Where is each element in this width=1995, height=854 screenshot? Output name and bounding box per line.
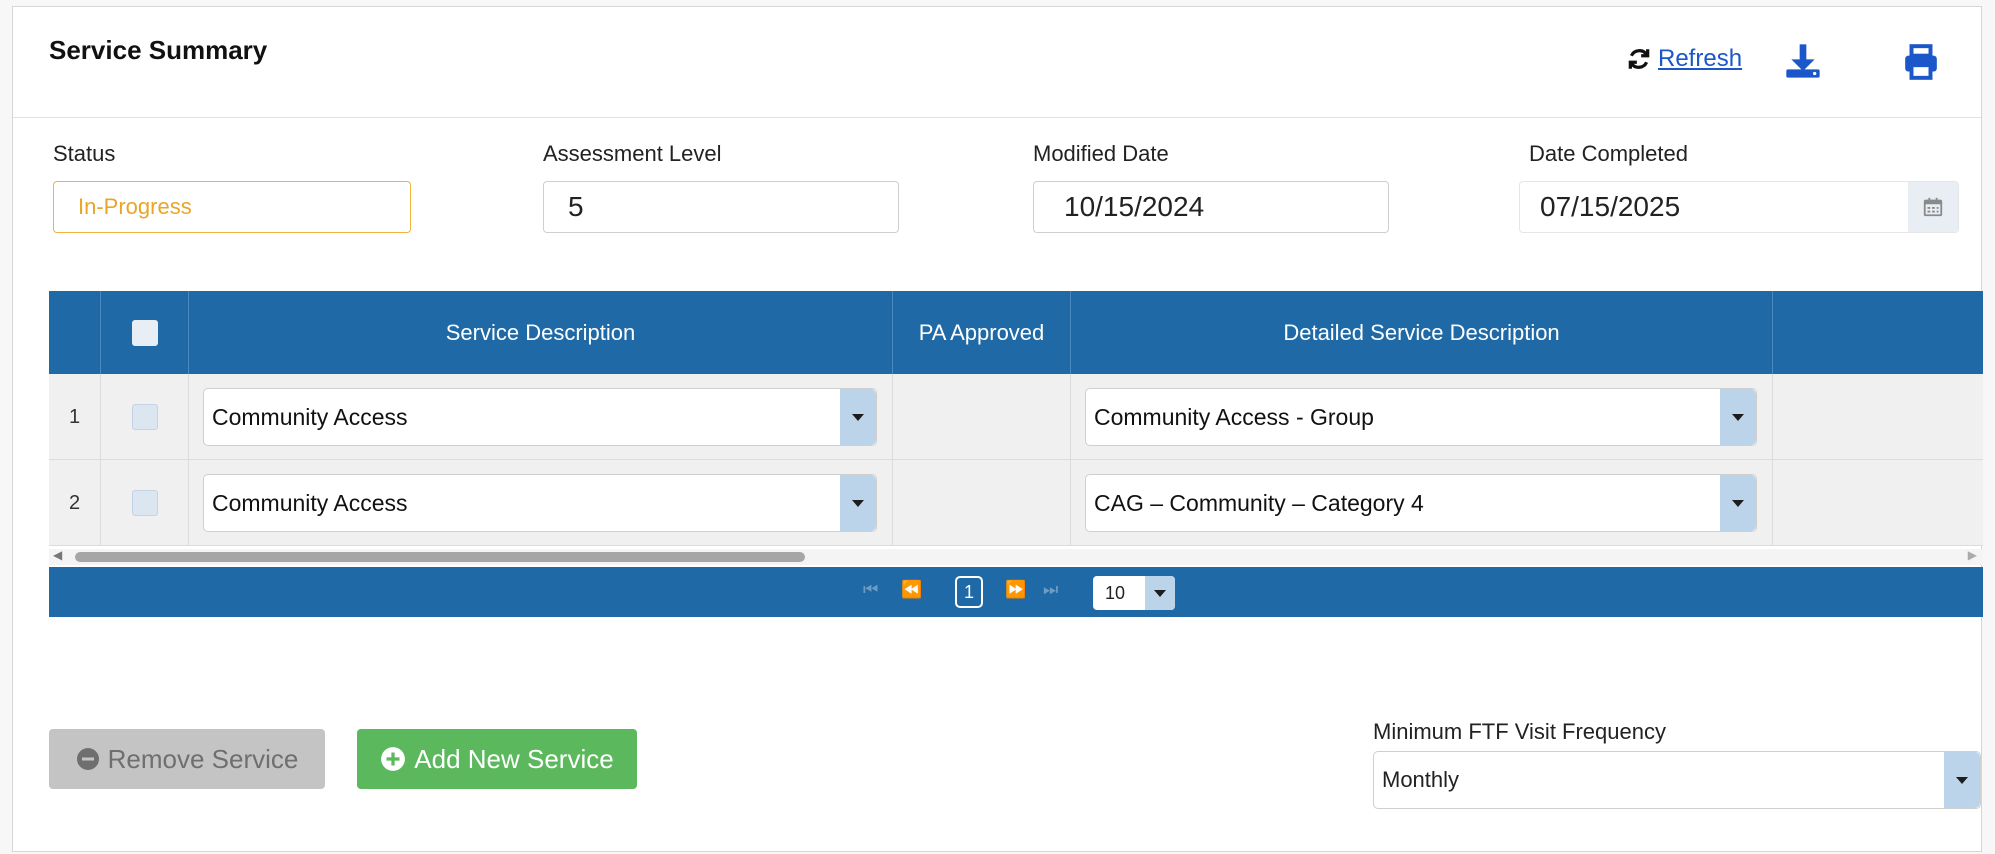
ftf-frequency-select[interactable]: Monthly bbox=[1373, 751, 1981, 809]
header-rownum bbox=[49, 291, 101, 374]
calendar-button[interactable] bbox=[1908, 182, 1958, 232]
dropdown-arrow-icon[interactable] bbox=[1944, 752, 1980, 808]
detailed-service-value: CAG – Community – Category 4 bbox=[1094, 489, 1424, 516]
header-detailed-service-description[interactable]: Detailed Service Description bbox=[1071, 291, 1773, 374]
row-checkbox[interactable] bbox=[131, 490, 158, 516]
assessment-level-field[interactable]: 5 bbox=[543, 181, 899, 233]
next-page-icon[interactable]: ⏩ bbox=[1005, 580, 1026, 600]
pager: ⏮ ⏪ 1 ⏩ ⏭ 10 bbox=[49, 567, 1983, 617]
add-new-service-label: Add New Service bbox=[414, 743, 614, 774]
refresh-link[interactable]: Refresh bbox=[1658, 45, 1742, 73]
dropdown-arrow-icon[interactable] bbox=[1720, 389, 1756, 445]
scrollbar-thumb[interactable] bbox=[75, 552, 805, 562]
page-size-value: 10 bbox=[1105, 582, 1126, 603]
detailed-service-select[interactable]: CAG – Community – Category 4 bbox=[1085, 474, 1757, 532]
calendar-icon bbox=[1923, 197, 1943, 217]
refresh-icon[interactable] bbox=[1626, 46, 1652, 72]
pa-approved-cell bbox=[893, 460, 1071, 546]
service-description-select[interactable]: Community Access bbox=[203, 474, 877, 532]
assessment-level-label: Assessment Level bbox=[543, 141, 722, 166]
row-select-cell[interactable] bbox=[101, 374, 189, 460]
scroll-right-icon[interactable]: ▶ bbox=[1968, 548, 1977, 562]
status-label: Status bbox=[53, 141, 116, 166]
remove-service-label: Remove Service bbox=[107, 743, 299, 774]
row-checkbox[interactable] bbox=[131, 404, 158, 430]
current-page[interactable]: 1 bbox=[955, 576, 983, 608]
select-all-checkbox[interactable] bbox=[131, 319, 158, 346]
modified-date-label: Modified Date bbox=[1033, 141, 1169, 166]
date-completed-label: Date Completed bbox=[1529, 141, 1688, 166]
first-page-icon[interactable]: ⏮ bbox=[863, 580, 878, 600]
detailed-service-cell: Community Access - Group bbox=[1071, 374, 1773, 460]
table-row: 1 Community Access Community Access - Gr… bbox=[49, 374, 1983, 460]
ftf-frequency-value: Monthly bbox=[1382, 767, 1460, 792]
add-new-service-button[interactable]: Add New Service bbox=[357, 729, 637, 789]
page-size-select[interactable]: 10 bbox=[1093, 576, 1175, 610]
refresh-control[interactable]: Refresh bbox=[1626, 45, 1742, 73]
date-completed-value: 07/15/2025 bbox=[1540, 191, 1681, 222]
horizontal-scrollbar[interactable]: ◀ ▶ bbox=[49, 548, 1983, 565]
grid-header: Service Description PA Approved Detailed… bbox=[49, 291, 1983, 374]
dropdown-arrow-icon[interactable] bbox=[840, 475, 876, 531]
detailed-service-value: Community Access - Group bbox=[1094, 403, 1374, 430]
last-page-icon[interactable]: ⏭ bbox=[1043, 580, 1058, 600]
service-description-select[interactable]: Community Access bbox=[203, 388, 877, 446]
dropdown-arrow-icon[interactable] bbox=[1720, 475, 1756, 531]
header-select-all[interactable] bbox=[101, 291, 189, 374]
panel-header: Service Summary Refresh bbox=[13, 7, 1981, 118]
plus-circle-icon bbox=[381, 747, 406, 771]
print-icon[interactable] bbox=[1901, 43, 1941, 81]
scroll-left-icon[interactable]: ◀ bbox=[53, 548, 62, 562]
remove-service-button[interactable]: Remove Service bbox=[49, 729, 325, 789]
date-completed-field[interactable]: 07/15/2025 bbox=[1519, 181, 1959, 233]
service-description-value: Community Access bbox=[212, 403, 408, 430]
service-description-value: Community Access bbox=[212, 489, 408, 516]
service-description-cell: Community Access bbox=[189, 374, 893, 460]
previous-page-icon[interactable]: ⏪ bbox=[901, 580, 922, 600]
dropdown-arrow-icon[interactable] bbox=[1145, 576, 1175, 610]
download-icon[interactable] bbox=[1783, 41, 1823, 81]
service-description-cell: Community Access bbox=[189, 460, 893, 546]
service-summary-panel: Service Summary Refresh Status In-Progre… bbox=[12, 6, 1983, 852]
table-row: 2 Community Access CAG – Community – Cat… bbox=[49, 460, 1983, 546]
row-select-cell[interactable] bbox=[101, 460, 189, 546]
header-service-description[interactable]: Service Description bbox=[189, 291, 893, 374]
ftf-frequency-label: Minimum FTF Visit Frequency bbox=[1373, 719, 1666, 744]
dropdown-arrow-icon[interactable] bbox=[840, 389, 876, 445]
pa-approved-cell bbox=[893, 374, 1071, 460]
minus-circle-icon bbox=[76, 748, 99, 770]
modified-date-field[interactable]: 10/15/2024 bbox=[1033, 181, 1389, 233]
row-number: 1 bbox=[49, 374, 101, 460]
detailed-service-cell: CAG – Community – Category 4 bbox=[1071, 460, 1773, 546]
header-pa-approved[interactable]: PA Approved bbox=[893, 291, 1071, 374]
row-number: 2 bbox=[49, 460, 101, 546]
status-field: In-Progress bbox=[53, 181, 411, 233]
detailed-service-select[interactable]: Community Access - Group bbox=[1085, 388, 1757, 446]
page-title: Service Summary bbox=[49, 35, 268, 65]
service-grid: Service Description PA Approved Detailed… bbox=[49, 291, 1983, 627]
